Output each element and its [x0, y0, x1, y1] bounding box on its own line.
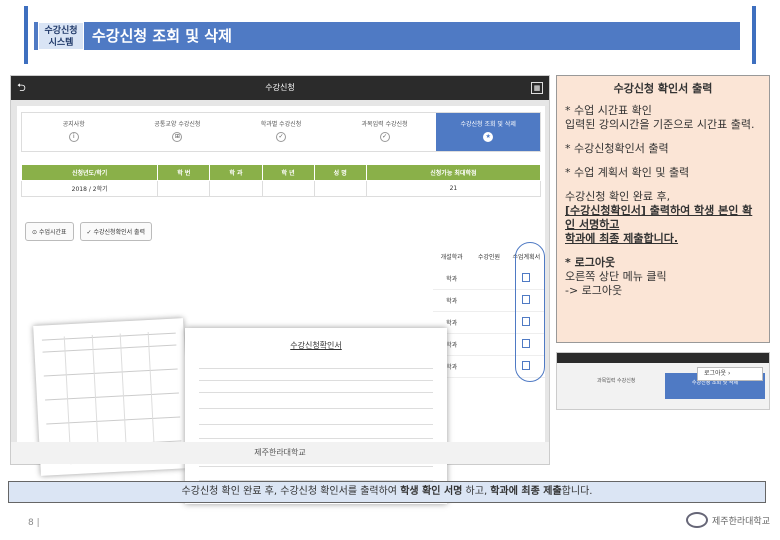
check-icon: ✓: [379, 132, 390, 142]
note-print-confirmation: * 수강신청확인서 출력: [565, 142, 669, 155]
back-icon[interactable]: ⮌: [17, 76, 26, 100]
note-title: 수강신청 확인서 출력: [613, 82, 713, 95]
page-number: 8 |: [28, 518, 40, 528]
cell-student-id: [157, 180, 211, 197]
note-text: * 로그아웃: [565, 256, 616, 269]
tab-dept-register[interactable]: 학과별 수강신청 ✓: [229, 113, 333, 151]
print-label: 수강신청확인서 출력: [93, 229, 146, 236]
tab-view-delete[interactable]: 수강신청 조회 및 삭제 ★: [436, 113, 540, 151]
grid-icon: ⊞: [172, 132, 183, 142]
note-text: -> 로그아웃: [565, 284, 623, 297]
col-header: 성 명: [313, 164, 367, 181]
note-timetable: * 수업 시간표 확인 입력된 강의시간을 기준으로 시간표 출력.: [565, 104, 761, 132]
app-footer: 제주한라대학교: [11, 442, 549, 464]
summary-text: 하고,: [462, 486, 491, 497]
logout-screenshot: 과목입력 수강신청 수강신청 조회 및 삭제 로그아웃 ›: [556, 352, 770, 410]
cell-max-credits: 21: [365, 180, 542, 197]
app-title: 수강신청: [265, 83, 295, 92]
check-icon: ✓: [275, 132, 286, 142]
tab-label: 과목입력 수강신청: [361, 121, 408, 128]
logout-menu-item[interactable]: 로그아웃 ›: [697, 367, 763, 381]
timetable-button[interactable]: ⊙ 수업시간표: [25, 222, 74, 241]
tab-label: 공지사항: [62, 121, 85, 128]
note-text: * 수업 시간표 확인: [565, 104, 652, 117]
info-icon: i: [68, 132, 79, 142]
tab-general-elective[interactable]: 공통교양 수강신청 ⊞: [126, 113, 230, 151]
col-count: 수강인원: [477, 253, 501, 261]
app-screenshot: ⮌ 수강신청 ▦ 공지사항 i 공통교양 수강신청 ⊞ 학과별 수강신청 ✓ 과목입력…: [10, 75, 550, 504]
note-logout: * 로그아웃 오른쪽 상단 메뉴 클릭 -> 로그아웃: [565, 256, 761, 298]
col-header: 신청가능 최대학점: [365, 164, 542, 181]
tab-label: 공통교양 수강신청: [154, 121, 201, 128]
header-left-bar: [24, 6, 28, 64]
cell-year-term: 2018 / 2학기: [20, 180, 159, 197]
system-badge: 수강신청시스템: [38, 22, 84, 50]
instruction-note: 수강신청 확인서 출력 * 수업 시간표 확인 입력된 강의시간을 기준으로 시간…: [556, 75, 770, 343]
tab-label: 수강신청 조회 및 삭제: [460, 121, 516, 128]
timetable-label: 수업시간표: [38, 229, 67, 236]
row-dept: 학과: [446, 276, 458, 283]
row-dept: 학과: [446, 298, 458, 305]
star-icon: ★: [483, 132, 494, 142]
header-band: 수강신청시스템 수강신청 조회 및 삭제: [34, 22, 740, 50]
col-header: 학 과: [209, 164, 263, 181]
cell-dept: [209, 180, 263, 197]
note-text: [수강신청확인서] 출력하여 학생 본인 확인 서명하고: [565, 204, 753, 231]
summary-bar: 수강신청 확인 완료 후, 수강신청 확인서를 출력하여 학생 확인 서명 하고…: [8, 481, 766, 503]
tab-label: 학과별 수강신청: [260, 121, 302, 128]
col-header: 신청년도/학기: [20, 164, 159, 181]
page-title: 수강신청 조회 및 삭제: [92, 27, 232, 45]
note-text: 입력된 강의시간을 기준으로 시간표 출력.: [565, 118, 755, 131]
highlight-oval: [515, 242, 545, 382]
app-topbar: ⮌ 수강신청 ▦: [11, 76, 549, 100]
action-buttons: ⊙ 수업시간표 ✓ 수강신청확인서 출력: [25, 222, 153, 241]
tab-notice[interactable]: 공지사항 i: [22, 113, 126, 151]
summary-bold: 학생 확인 서명: [400, 486, 463, 497]
mini-topbar: [557, 353, 769, 363]
col-dept: 개설학과: [440, 253, 463, 261]
tab-course-input[interactable]: 과목입력 수강신청 ✓: [333, 113, 437, 151]
summary-text: 수강신청 확인 완료 후, 수강신청 확인서를 출력하여: [181, 486, 401, 497]
header-right-bar: [752, 6, 756, 64]
print-confirmation-button[interactable]: ✓ 수강신청확인서 출력: [79, 222, 153, 241]
student-info-table: 신청년도/학기 학 번 학 과 학 년 성 명 신청가능 최대학점 2018 /…: [20, 164, 542, 197]
cell-grade: [261, 180, 315, 197]
badge-line1: 수강신청: [44, 26, 78, 36]
row-dept: 학과: [446, 320, 458, 327]
col-header: 학 번: [157, 164, 211, 181]
menu-grid-icon[interactable]: ▦: [531, 82, 543, 94]
note-text: 오른쪽 상단 메뉴 클릭: [565, 270, 667, 283]
note-text: 수강신청 확인 완료 후,: [565, 190, 671, 203]
mini-tab-course-input[interactable]: 과목입력 수강신청: [597, 377, 635, 384]
slide-header: 수강신청시스템 수강신청 조회 및 삭제: [24, 6, 756, 64]
logo-text: 제주한라대학교: [712, 516, 770, 527]
note-text: 학과에 최종 제출합니다.: [565, 232, 679, 245]
note-syllabus: * 수업 계획서 확인 및 출력: [565, 166, 690, 179]
col-header: 학 년: [261, 164, 315, 181]
summary-text: 합니다.: [561, 486, 593, 497]
logout-label: 로그아웃: [704, 370, 727, 377]
tab-bar: 공지사항 i 공통교양 수강신청 ⊞ 학과별 수강신청 ✓ 과목입력 수강신청 ✓ 수강…: [21, 112, 541, 152]
note-submit: 수강신청 확인 완료 후, [수강신청확인서] 출력하여 학생 본인 확인 서명하…: [565, 190, 761, 246]
summary-bold: 학과에 최종 제출: [490, 486, 562, 497]
confirmation-printout: 수강신청확인서: [185, 328, 447, 504]
confirmation-title: 수강신청확인서: [290, 341, 342, 350]
badge-line2: 시스템: [48, 38, 74, 48]
university-logo: 제주한라대학교: [686, 512, 770, 528]
cell-name: [313, 180, 367, 197]
logo-mark-icon: [686, 512, 709, 528]
